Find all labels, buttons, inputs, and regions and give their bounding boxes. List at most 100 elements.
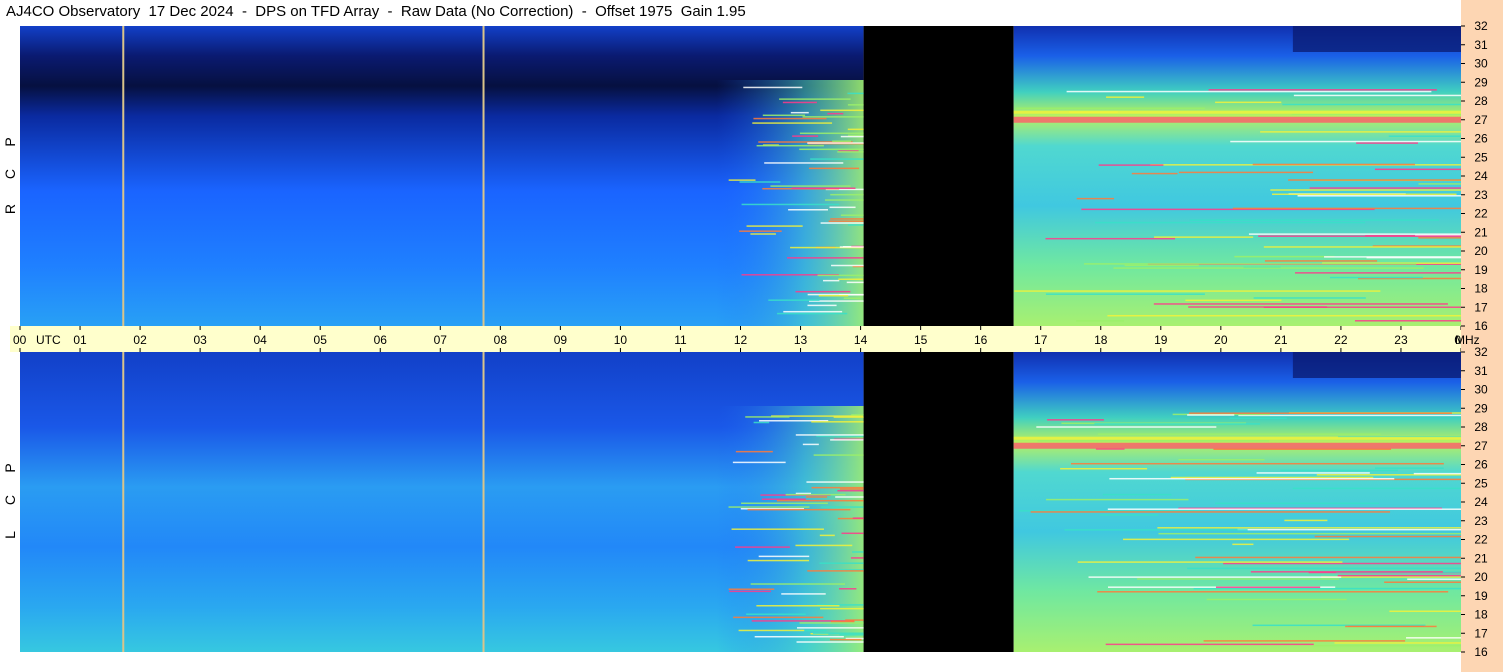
rfi-streak	[761, 498, 806, 500]
rfi-streak	[1248, 233, 1461, 235]
rfi-streak	[807, 570, 864, 572]
rfi-streak	[1124, 264, 1199, 267]
freq-tick-label: 19	[1474, 589, 1488, 603]
rfi-streak	[733, 616, 824, 619]
freq-tick-label: 24	[1474, 495, 1488, 509]
rfi-streak	[743, 86, 803, 89]
rfi-streak	[810, 158, 864, 160]
rfi-streak	[845, 619, 864, 621]
vertical-marker-line	[122, 352, 125, 652]
time-tick-label: 21	[1274, 333, 1288, 347]
rfi-streak	[1064, 529, 1248, 531]
rfi-streak	[1084, 263, 1417, 265]
rfi-streak	[1260, 131, 1461, 133]
rfi-streak	[790, 111, 809, 114]
rfi-streak	[1094, 423, 1261, 425]
rfi-streak	[1216, 219, 1439, 221]
freq-tick-label: 20	[1474, 570, 1488, 584]
rfi-streak	[754, 635, 844, 638]
rfi-streak	[731, 528, 824, 530]
rfi-streak	[799, 622, 864, 624]
rfi-streak	[1154, 236, 1254, 238]
freq-tick-label: 21	[1474, 551, 1488, 565]
rfi-streak	[795, 544, 853, 547]
time-tick-label: 14	[854, 333, 868, 347]
time-tick-label: 13	[794, 333, 808, 347]
rfi-streak	[1229, 417, 1287, 419]
rfi-streak	[799, 132, 864, 135]
rfi-streak	[851, 414, 864, 416]
freq-tick-label: 17	[1474, 626, 1488, 640]
rfi-streak	[841, 532, 864, 535]
rfi-streak	[1223, 562, 1461, 565]
rfi-streak	[753, 421, 770, 424]
time-tick-label: 16	[974, 333, 988, 347]
rfi-streak	[811, 421, 864, 423]
rfi-streak	[1030, 511, 1391, 513]
rfi-streak	[802, 116, 864, 118]
time-tick-label: 12	[734, 333, 748, 347]
freq-tick-label: 32	[1474, 345, 1488, 359]
rfi-streak	[1356, 142, 1418, 144]
rfi-streak	[820, 222, 864, 224]
frequency-axis: 16 17 18 19 20 21 22 23 24 25 26 27 28 29 30 31 32 16 17 18…	[1455, 0, 1503, 672]
time-tick-label: 04	[253, 333, 267, 347]
rfi-streak	[795, 290, 851, 293]
rfi-streak	[741, 203, 840, 206]
rfi-streak	[1203, 640, 1406, 642]
rfi-streak	[1076, 320, 1124, 322]
rfi-streak	[839, 634, 864, 636]
rfi-streak	[732, 461, 786, 464]
rfi-streak	[807, 142, 864, 144]
rfi-streak	[788, 208, 829, 211]
time-tick-label: 17	[1034, 333, 1048, 347]
rfi-streak	[1374, 168, 1461, 171]
rfi-streak	[837, 151, 864, 153]
rfi-streak	[1066, 90, 1432, 93]
freq-tick-label: 22	[1474, 533, 1488, 547]
freq-tick-label: 16	[1474, 645, 1488, 659]
rfi-streak	[750, 583, 846, 585]
rfi-streak	[729, 590, 771, 593]
rfi-streak	[1293, 94, 1461, 97]
rfi-streak	[832, 140, 852, 142]
freq-tick-label: 30	[1474, 383, 1488, 397]
rfi-streak	[1312, 644, 1461, 647]
rfi-streak	[1107, 508, 1461, 510]
vertical-marker-line	[482, 26, 485, 326]
rfi-streak	[847, 92, 864, 95]
rfi-streak	[1077, 561, 1343, 563]
rfi-streak	[1095, 221, 1366, 224]
spectrogram-chart: 00 01 02 03 04 05 06 07 08 09 10 11 12 13 14 15 16 17 18 19…	[10, 0, 1503, 672]
freq-tick-label: 23	[1474, 188, 1488, 202]
rfi-streak	[1334, 642, 1461, 644]
rfi-streak	[850, 557, 864, 559]
rfi-streak	[1264, 260, 1378, 262]
rfi-streak	[1230, 140, 1461, 143]
rfi-streak	[735, 450, 773, 453]
rfi-streak	[1105, 643, 1314, 646]
time-tick-label: 01	[73, 333, 87, 347]
rfi-streak	[843, 297, 861, 300]
freq-tick-label: 31	[1474, 38, 1488, 52]
rfi-streak	[1345, 625, 1437, 628]
rfi-streak	[828, 220, 864, 222]
time-tick-label: 10	[614, 333, 628, 347]
right-top-dark	[1292, 26, 1461, 52]
time-unit-label: UTC	[36, 333, 61, 347]
rfi-streak	[1388, 135, 1461, 137]
rfi-streak	[791, 187, 856, 190]
panel-right-region	[1013, 26, 1461, 326]
rfi-streak	[852, 517, 864, 519]
freq-tick-label: 29	[1474, 401, 1488, 415]
rfi-streak	[813, 454, 864, 456]
rfi-streak	[753, 117, 827, 120]
rfi-streak	[1107, 314, 1461, 317]
rfi-streak	[1215, 586, 1321, 589]
freq-tick-label: 26	[1474, 132, 1488, 146]
rfi-streak	[1320, 576, 1461, 578]
rfi-streak	[1418, 183, 1461, 185]
freq-tick-label: 29	[1474, 75, 1488, 89]
rfi-streak	[840, 214, 864, 216]
time-tick-label: 20	[1214, 333, 1228, 347]
